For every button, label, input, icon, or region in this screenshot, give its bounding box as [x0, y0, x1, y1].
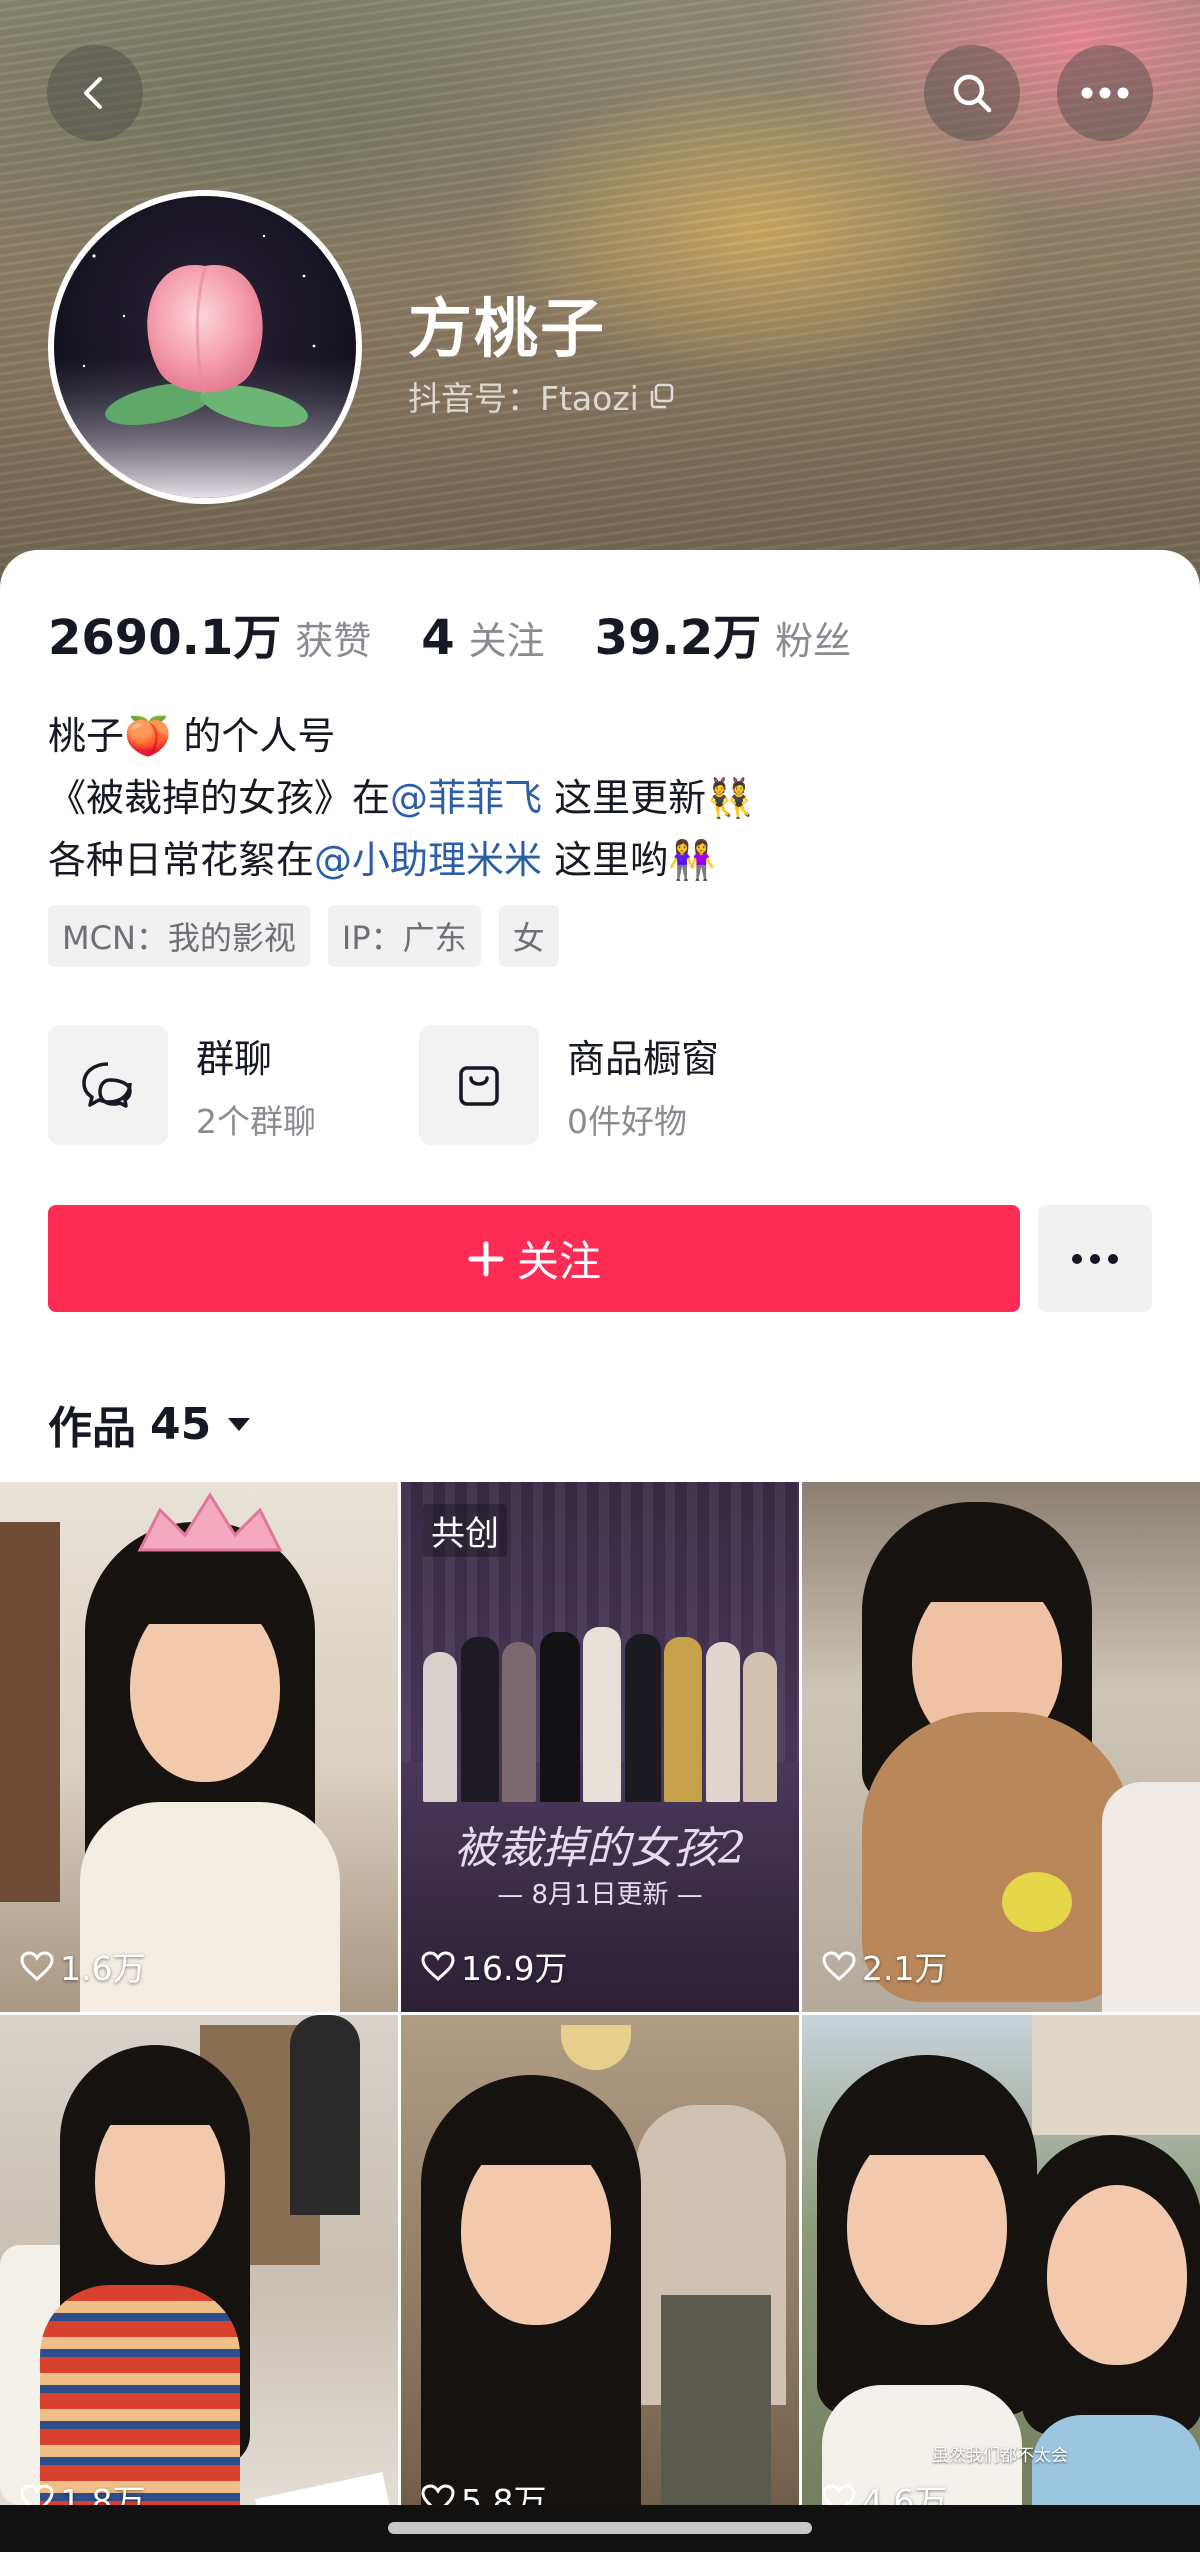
caret-down-icon [228, 1418, 251, 1431]
plus-icon [468, 1241, 504, 1276]
avatar[interactable] [48, 190, 362, 504]
douyin-id[interactable]: 抖音号：Ftaozi [408, 372, 677, 420]
profile-name: 方桃子 [408, 293, 606, 367]
following-label[interactable]: 关注 [469, 610, 545, 665]
works-label: 作品 [48, 1403, 136, 1454]
tiara-image [137, 1492, 283, 1552]
poster-title: 被裁掉的女孩2 [454, 1823, 746, 1874]
heart-icon [822, 1951, 856, 1981]
video-likes: 1.6万 [20, 1942, 145, 1990]
bio-text: 《被裁掉的女孩》在 [48, 776, 391, 820]
group-chat-icon-box [48, 1025, 168, 1145]
followers-count[interactable]: 39.2万 [595, 598, 761, 668]
bio-line-2: 《被裁掉的女孩》在@菲菲飞 这里更新👯 [48, 767, 753, 829]
home-indicator[interactable] [388, 2522, 812, 2534]
bio-text: 这里更新 [542, 776, 707, 820]
video-likes: 2.1万 [822, 1942, 947, 1990]
bio-text: 这里哟 [542, 838, 669, 882]
video-caption: 虽然我们都不太会 [932, 2446, 1068, 2466]
two-women-emoji: 👭 [668, 838, 716, 882]
video-thumbnail[interactable]: 被裁掉的女孩2 — 8月1日更新 — 共创 16.9万 [401, 1482, 799, 2012]
video-thumbnail[interactable]: 2.1万 [802, 1482, 1200, 2012]
shop-window-title: 商品橱窗 [567, 1036, 720, 1081]
more-actions-button[interactable] [1038, 1205, 1152, 1312]
group-chat-icon [82, 1062, 132, 1108]
works-tab[interactable]: 作品 45 [48, 1392, 253, 1456]
poster-subtitle: — 8月1日更新 — [497, 1880, 703, 1910]
group-chat-count: 2个群聊 [196, 1101, 316, 1141]
group-chat-entry[interactable]: 群聊 2个群聊 [48, 1025, 316, 1145]
shop-window-entry[interactable]: 商品橱窗 0件好物 [419, 1025, 719, 1145]
bio-text: 的个人号 [171, 714, 336, 758]
likes-count: 2.1万 [862, 1949, 948, 1988]
works-count: 45 [150, 1398, 212, 1450]
likes-count: 16.9万 [461, 1949, 568, 1988]
search-icon [953, 74, 992, 113]
shop-window-count: 0件好物 [567, 1101, 687, 1141]
more-options-button[interactable] [1057, 45, 1153, 141]
more-horizontal-icon [1081, 87, 1129, 99]
mention-link[interactable]: @菲菲飞 [390, 776, 542, 820]
video-likes: 16.9万 [421, 1942, 567, 1990]
peach-emoji: 🍑 [124, 714, 172, 758]
more-horizontal-icon [1072, 1253, 1118, 1264]
profile-stats: 2690.1万 获赞 4 关注 39.2万 粉丝 [48, 598, 901, 668]
follow-label: 关注 [516, 1237, 601, 1286]
profile-bio: 桃子🍑 的个人号 《被裁掉的女孩》在@菲菲飞 这里更新👯 各种日常花絮在@小助理… [48, 705, 753, 891]
group-chat-title: 群聊 [196, 1036, 273, 1081]
mention-link[interactable]: @小助理米米 [314, 838, 542, 882]
gender-tag: 女 [498, 905, 559, 967]
video-thumbnail[interactable]: 5.8万 [401, 2015, 799, 2545]
back-button[interactable] [47, 45, 143, 141]
heart-icon [20, 1951, 54, 1981]
peach-avatar-image [54, 234, 356, 498]
heart-icon [421, 1951, 455, 1981]
dancers-emoji: 👯 [706, 776, 754, 820]
video-thumbnail[interactable]: 虽然我们都不太会 4.6万 [802, 2015, 1200, 2545]
douyin-id-text: 抖音号：Ftaozi [408, 379, 639, 418]
bio-line-3: 各种日常花絮在@小助理米米 这里哟👭 [48, 829, 753, 891]
likes-label: 获赞 [295, 619, 372, 663]
likes-count: 1.6万 [60, 1949, 146, 1988]
collab-badge: 共创 [423, 1504, 507, 1557]
bio-text: 各种日常花絮在 [48, 838, 315, 882]
following-count[interactable]: 4 [421, 610, 454, 666]
mcn-tag: MCN：我的影视 [48, 905, 310, 967]
followers-label[interactable]: 粉丝 [775, 610, 851, 665]
ip-location-tag: IP：广东 [327, 905, 481, 967]
likes-count: 2690.1万 [48, 610, 282, 666]
shop-window-icon-box [419, 1025, 539, 1145]
video-grid: 1.6万 被裁掉的女孩2 — 8月1日更新 — 共创 16.9万 2.1万 1.… [0, 1482, 1200, 2545]
profile-tags: MCN：我的影视 IP：广东 女 [48, 905, 559, 967]
video-thumbnail[interactable]: 1.6万 [0, 1482, 398, 2012]
shopping-bag-icon [459, 1066, 499, 1106]
bio-line-1: 桃子🍑 的个人号 [48, 705, 753, 767]
bio-text: 桃子 [48, 714, 125, 758]
search-button[interactable] [924, 45, 1020, 141]
chevron-left-icon [84, 77, 102, 109]
video-thumbnail[interactable]: 1.8万 [0, 2015, 398, 2545]
follow-button[interactable]: 关注 [48, 1205, 1020, 1312]
copy-icon[interactable] [647, 381, 677, 411]
